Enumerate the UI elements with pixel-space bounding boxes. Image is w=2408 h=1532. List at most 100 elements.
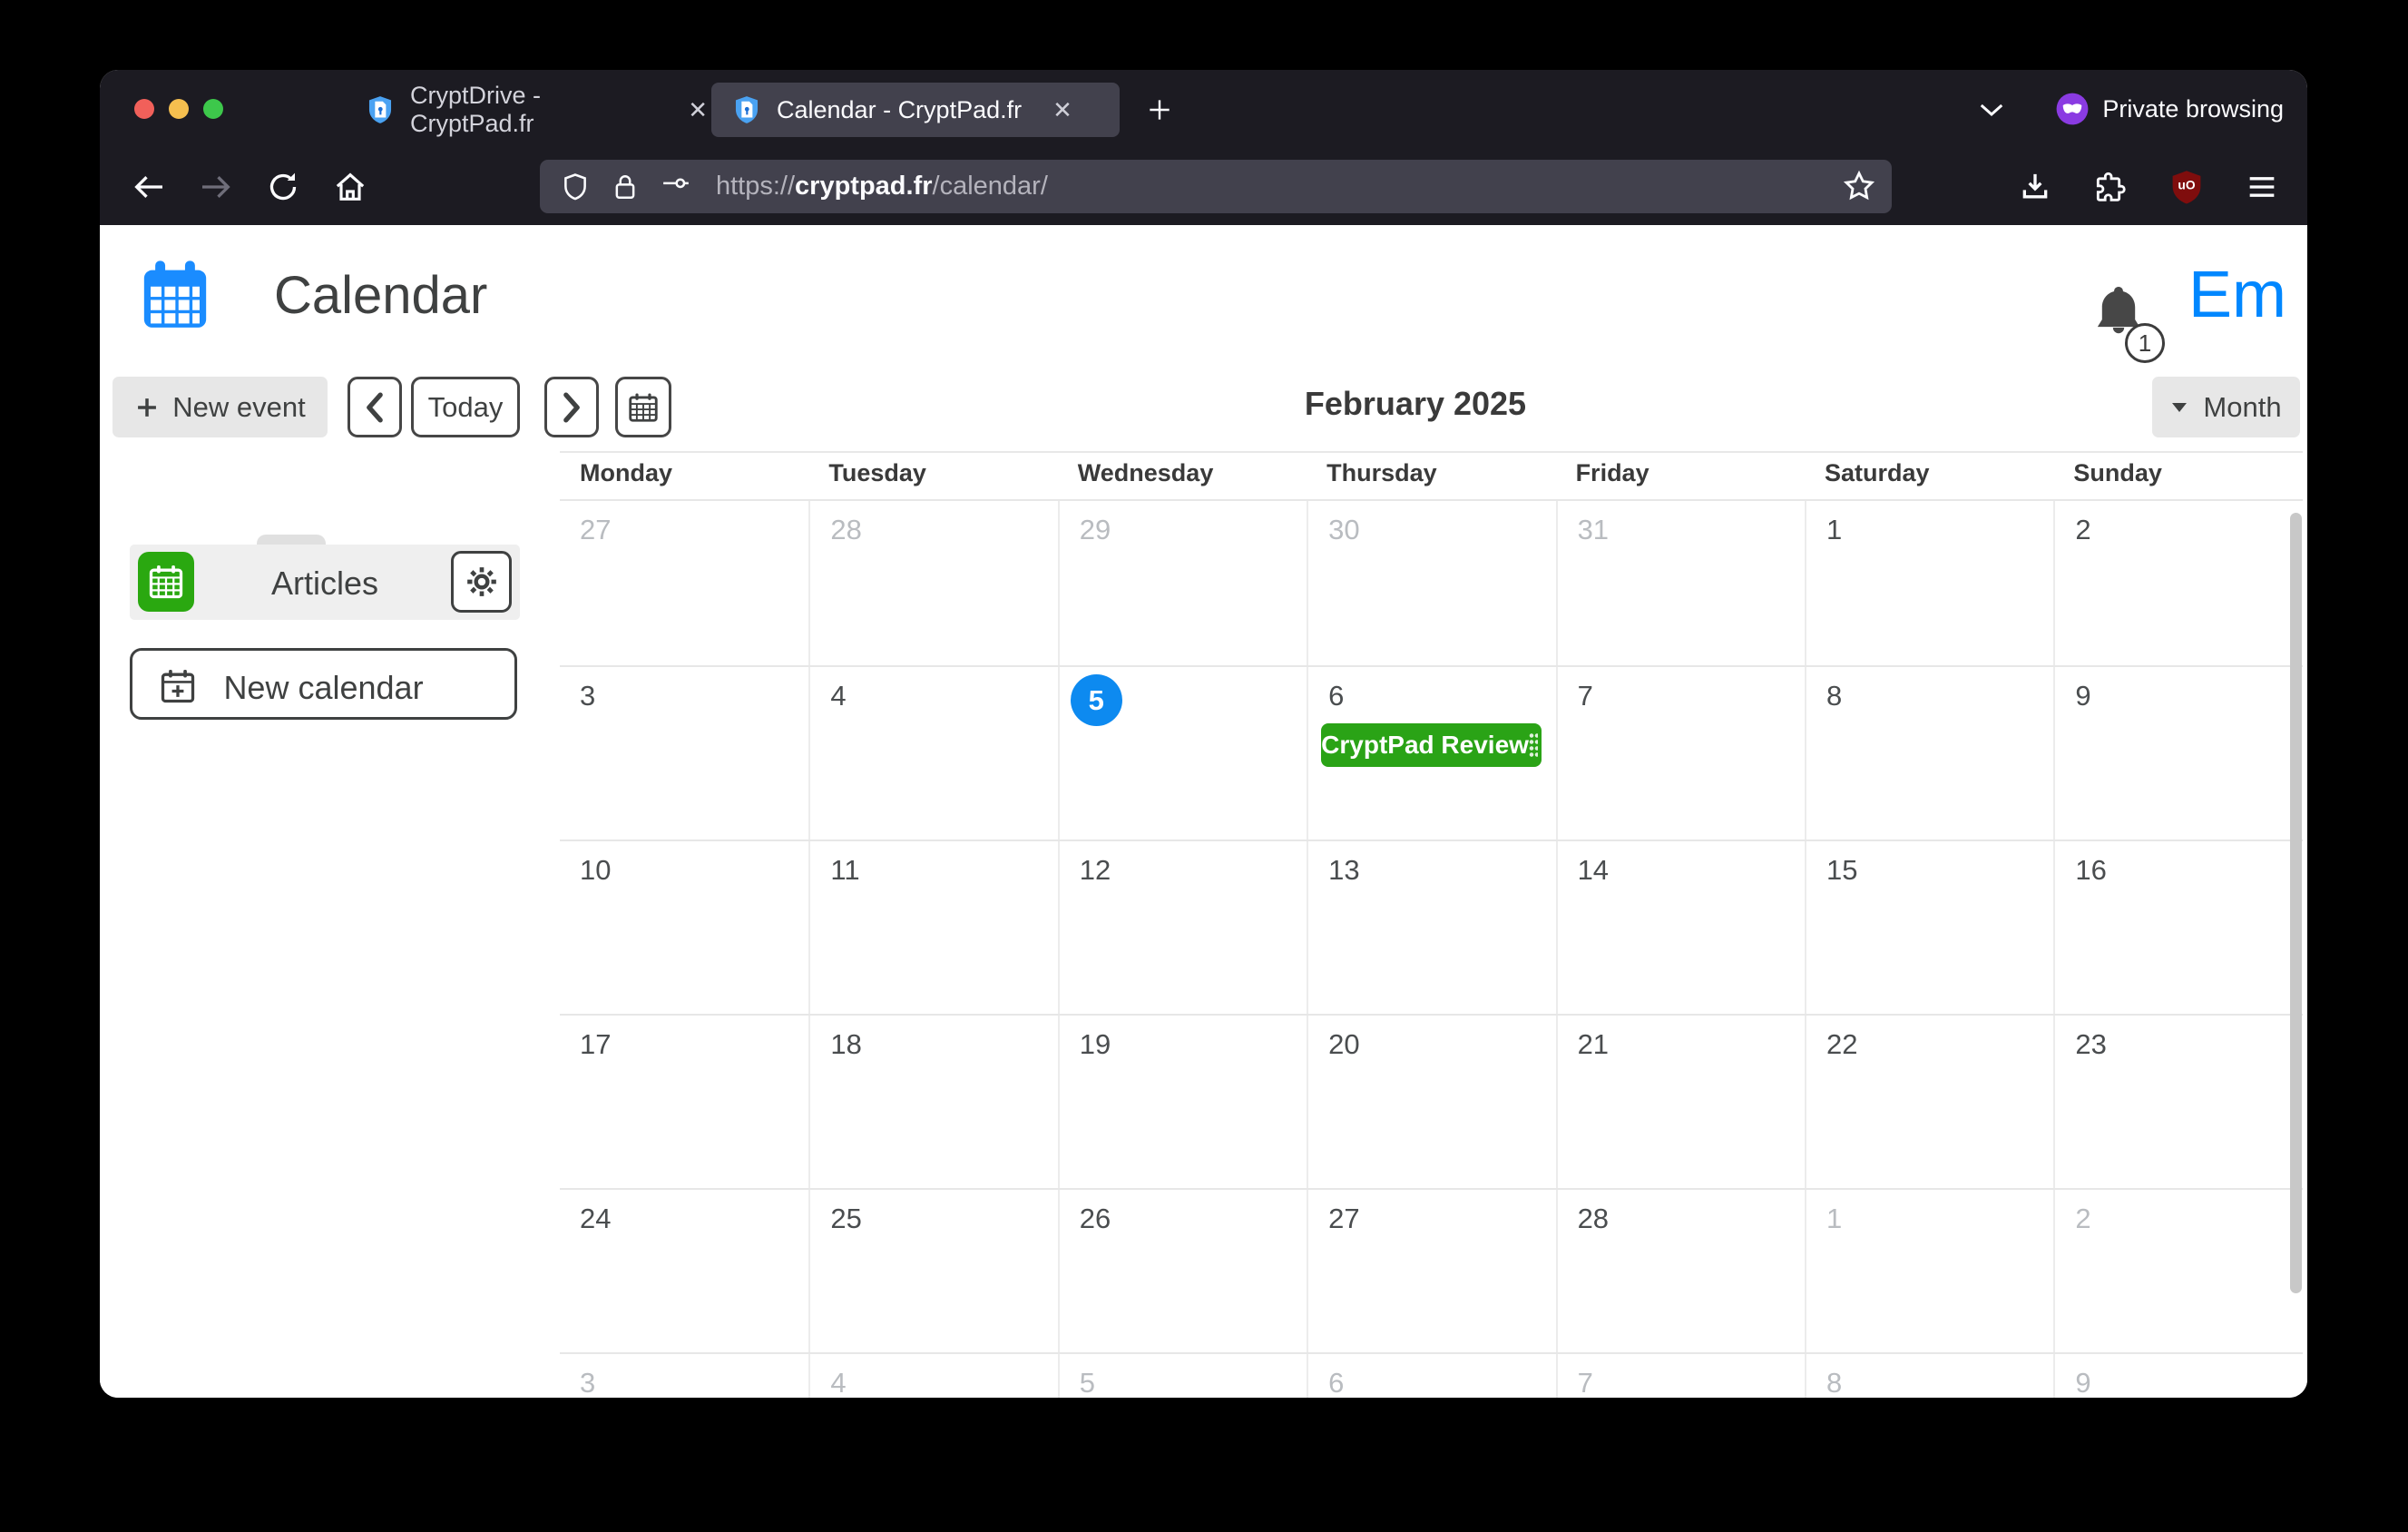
bookmark-star-icon[interactable] bbox=[1841, 168, 1877, 204]
extensions-puzzle-icon[interactable] bbox=[2093, 169, 2129, 205]
lock-icon[interactable] bbox=[611, 172, 640, 202]
url-bar[interactable]: https://cryptpad.fr/calendar/ bbox=[540, 160, 1892, 213]
calendar-day-cell[interactable]: 18 bbox=[808, 1016, 1057, 1188]
tab-close-icon[interactable]: ✕ bbox=[1052, 96, 1072, 124]
calendar-day-cell[interactable]: 3 bbox=[560, 1354, 808, 1398]
calendar-day-cell[interactable]: 27 bbox=[560, 501, 808, 665]
calendar-day-cell[interactable]: 7 bbox=[1556, 1354, 1805, 1398]
calendar-day-cell[interactable]: 7 bbox=[1556, 667, 1805, 840]
calendar-day-cell[interactable]: 12 bbox=[1058, 841, 1307, 1014]
date-number: 8 bbox=[1826, 680, 2053, 712]
view-mode-label: Month bbox=[2203, 391, 2281, 424]
date-number: 15 bbox=[1826, 854, 2053, 887]
cryptpad-calendar-app: Calendar 1 Em New event Today bbox=[100, 225, 2307, 1398]
downloads-icon[interactable] bbox=[2017, 169, 2053, 205]
tab-close-icon[interactable]: ✕ bbox=[688, 96, 708, 124]
calendar-day-cell[interactable]: 26 bbox=[1058, 1190, 1307, 1352]
calendar-day-cell[interactable]: 8 bbox=[1805, 1354, 2053, 1398]
menu-hamburger-icon[interactable] bbox=[2244, 169, 2280, 205]
date-picker-button[interactable] bbox=[615, 377, 671, 437]
today-button[interactable]: Today bbox=[411, 377, 520, 437]
list-all-tabs-chevron-icon[interactable] bbox=[1978, 101, 2005, 119]
chevron-left-icon bbox=[363, 392, 387, 423]
new-event-button[interactable]: New event bbox=[113, 377, 328, 437]
calendar-day-cell[interactable]: 24 bbox=[560, 1190, 808, 1352]
notifications-button[interactable]: 1 bbox=[2085, 278, 2163, 356]
event-pill[interactable]: CryptPad Review bbox=[1321, 723, 1541, 767]
calendar-day-cell[interactable]: 1 bbox=[1805, 501, 2053, 665]
vertical-scrollbar[interactable] bbox=[2290, 513, 2302, 1293]
calendar-day-cell[interactable]: 28 bbox=[1556, 1190, 1805, 1352]
user-menu-initials[interactable]: Em bbox=[2188, 258, 2286, 332]
calendar-day-cell[interactable]: 20 bbox=[1307, 1016, 1555, 1188]
url-host: cryptpad.fr bbox=[795, 172, 932, 201]
private-browsing-label: Private browsing bbox=[2102, 95, 2284, 123]
calendar-day-cell[interactable]: 28 bbox=[808, 501, 1057, 665]
calendar-day-cell[interactable]: 16 bbox=[2053, 841, 2302, 1014]
date-number: 13 bbox=[1328, 854, 1555, 887]
calendar-day-cell[interactable]: 21 bbox=[1556, 1016, 1805, 1188]
calendar-day-cell[interactable]: 2 bbox=[2053, 1190, 2302, 1352]
home-icon[interactable] bbox=[332, 169, 368, 205]
calendar-day-cell[interactable]: 23 bbox=[2053, 1016, 2302, 1188]
calendar-day-cell[interactable]: 15 bbox=[1805, 841, 2053, 1014]
calendar-day-cell[interactable]: 5 bbox=[1058, 667, 1307, 840]
day-header-label: Wednesday bbox=[1058, 459, 1307, 499]
back-icon[interactable] bbox=[131, 169, 167, 205]
new-tab-icon[interactable] bbox=[1145, 95, 1174, 124]
calendar-day-cell[interactable]: 4 bbox=[808, 1354, 1057, 1398]
date-number: 24 bbox=[580, 1203, 808, 1235]
calendar-day-cell[interactable]: 6CryptPad Review bbox=[1307, 667, 1555, 840]
calendar-day-cell[interactable]: 6 bbox=[1307, 1354, 1555, 1398]
tab-cryptdrive[interactable]: CryptDrive - CryptPad.fr ✕ bbox=[345, 83, 726, 137]
calendar-day-cell[interactable]: 9 bbox=[2053, 667, 2302, 840]
close-window-button[interactable] bbox=[134, 99, 154, 119]
calendar-day-cell[interactable]: 27 bbox=[1307, 1190, 1555, 1352]
calendar-day-cell[interactable]: 30 bbox=[1307, 501, 1555, 665]
calendar-day-cell[interactable]: 14 bbox=[1556, 841, 1805, 1014]
minimize-window-button[interactable] bbox=[169, 99, 189, 119]
calendar-day-cell[interactable]: 2 bbox=[2053, 501, 2302, 665]
calendar-day-cell[interactable]: 5 bbox=[1058, 1354, 1307, 1398]
calendar-week-row: 101112 1314 15 16 bbox=[560, 840, 2303, 1014]
calendar-day-cell[interactable]: 1 bbox=[1805, 1190, 2053, 1352]
calendar-day-cell[interactable]: 8 bbox=[1805, 667, 2053, 840]
event-resize-handle[interactable] bbox=[1529, 732, 1538, 758]
ublock-origin-icon[interactable]: uO bbox=[2169, 169, 2204, 205]
calendar-day-cell[interactable]: 25 bbox=[808, 1190, 1057, 1352]
date-number: 16 bbox=[2075, 854, 2302, 887]
calendar-day-cell[interactable]: 31 bbox=[1556, 501, 1805, 665]
day-header-row: MondayTuesdayWednesdayThursdayFridaySatu… bbox=[560, 459, 2303, 499]
calendar-day-cell[interactable]: 29 bbox=[1058, 501, 1307, 665]
calendar-day-cell[interactable]: 11 bbox=[808, 841, 1057, 1014]
calendar-day-cell[interactable]: 17 bbox=[560, 1016, 808, 1188]
permissions-icon[interactable] bbox=[660, 173, 692, 201]
sidebar-calendar-item[interactable]: Articles bbox=[130, 545, 520, 620]
tab-bar: CryptDrive - CryptPad.fr ✕ Calendar - Cr… bbox=[100, 70, 2307, 148]
view-mode-dropdown[interactable]: Month bbox=[2152, 377, 2300, 437]
date-number: 31 bbox=[1578, 514, 1805, 546]
calendar-week-row: 27282930 3112 bbox=[560, 499, 2303, 665]
zoom-window-button[interactable] bbox=[203, 99, 223, 119]
today-label: Today bbox=[428, 391, 504, 424]
reload-icon[interactable] bbox=[265, 169, 301, 205]
calendar-day-cell[interactable]: 9 bbox=[2053, 1354, 2302, 1398]
url-text: https://cryptpad.fr/calendar/ bbox=[716, 172, 1048, 201]
calendar-settings-button[interactable] bbox=[451, 551, 512, 613]
url-path: /calendar/ bbox=[933, 172, 1048, 201]
calendar-day-cell[interactable]: 4 bbox=[808, 667, 1057, 840]
new-calendar-button[interactable]: New calendar bbox=[130, 648, 517, 720]
forward-icon[interactable] bbox=[198, 169, 234, 205]
calendar-day-cell[interactable]: 3 bbox=[560, 667, 808, 840]
calendar-day-cell[interactable]: 13 bbox=[1307, 841, 1555, 1014]
tab-calendar-active[interactable]: Calendar - CryptPad.fr ✕ bbox=[711, 83, 1120, 137]
calendar-day-cell[interactable]: 10 bbox=[560, 841, 808, 1014]
calendar-day-cell[interactable]: 19 bbox=[1058, 1016, 1307, 1188]
next-month-button[interactable] bbox=[544, 377, 599, 437]
date-number: 4 bbox=[830, 680, 1057, 712]
tracking-protection-shield-icon[interactable] bbox=[560, 172, 591, 202]
calendar-week-row: 3456789 bbox=[560, 1352, 2303, 1398]
calendar-day-cell[interactable]: 22 bbox=[1805, 1016, 2053, 1188]
previous-month-button[interactable] bbox=[347, 377, 402, 437]
day-header-label: Sunday bbox=[2053, 459, 2302, 499]
